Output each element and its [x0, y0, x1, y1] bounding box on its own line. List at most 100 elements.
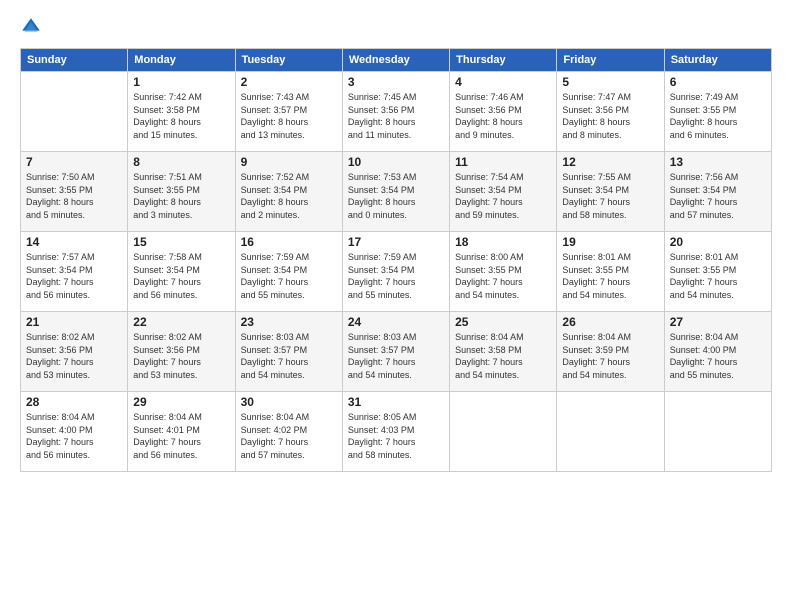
- weekday-header: Monday: [128, 49, 235, 72]
- weekday-header: Saturday: [664, 49, 771, 72]
- day-info: Sunrise: 7:46 AM Sunset: 3:56 PM Dayligh…: [455, 91, 551, 141]
- calendar-cell: 15 Sunrise: 7:58 AM Sunset: 3:54 PM Dayli…: [128, 232, 235, 312]
- day-number: 22: [133, 315, 229, 329]
- day-info: Sunrise: 8:03 AM Sunset: 3:57 PM Dayligh…: [241, 331, 337, 381]
- day-number: 6: [670, 75, 766, 89]
- calendar-cell: 10 Sunrise: 7:53 AM Sunset: 3:54 PM Dayli…: [342, 152, 449, 232]
- calendar-cell: 29Sunrise: 8:04 AM Sunset: 4:01 PM Dayli…: [128, 392, 235, 472]
- day-info: Sunrise: 7:53 AM Sunset: 3:54 PM Dayligh…: [348, 171, 444, 221]
- day-info: Sunrise: 7:42 AM Sunset: 3:58 PM Dayligh…: [133, 91, 229, 141]
- day-number: 12: [562, 155, 658, 169]
- day-number: 3: [348, 75, 444, 89]
- day-info: Sunrise: 7:57 AM Sunset: 3:54 PM Dayligh…: [26, 251, 122, 301]
- day-info: Sunrise: 8:05 AM Sunset: 4:03 PM Dayligh…: [348, 411, 444, 461]
- logo: [20, 16, 44, 38]
- day-info: Sunrise: 7:47 AM Sunset: 3:56 PM Dayligh…: [562, 91, 658, 141]
- calendar-cell: 22 Sunrise: 8:02 AM Sunset: 3:56 PM Dayli…: [128, 312, 235, 392]
- weekday-header: Thursday: [450, 49, 557, 72]
- day-number: 18: [455, 235, 551, 249]
- day-number: 17: [348, 235, 444, 249]
- day-info: Sunrise: 7:59 AM Sunset: 3:54 PM Dayligh…: [241, 251, 337, 301]
- calendar-cell: 21 Sunrise: 8:02 AM Sunset: 3:56 PM Dayli…: [21, 312, 128, 392]
- day-info: Sunrise: 7:58 AM Sunset: 3:54 PM Dayligh…: [133, 251, 229, 301]
- calendar-cell: 13Sunrise: 7:56 AM Sunset: 3:54 PM Dayli…: [664, 152, 771, 232]
- weekday-header: Friday: [557, 49, 664, 72]
- day-number: 20: [670, 235, 766, 249]
- day-number: 30: [241, 395, 337, 409]
- day-number: 19: [562, 235, 658, 249]
- calendar-cell: 24Sunrise: 8:03 AM Sunset: 3:57 PM Dayli…: [342, 312, 449, 392]
- day-info: Sunrise: 8:02 AM Sunset: 3:56 PM Dayligh…: [133, 331, 229, 381]
- day-number: 10: [348, 155, 444, 169]
- day-number: 11: [455, 155, 551, 169]
- day-number: 8: [133, 155, 229, 169]
- calendar-week-row: 1 Sunrise: 7:42 AM Sunset: 3:58 PM Daylig…: [21, 72, 772, 152]
- day-number: 28: [26, 395, 122, 409]
- day-info: Sunrise: 7:52 AM Sunset: 3:54 PM Dayligh…: [241, 171, 337, 221]
- calendar-week-row: 21 Sunrise: 8:02 AM Sunset: 3:56 PM Dayli…: [21, 312, 772, 392]
- weekday-header: Sunday: [21, 49, 128, 72]
- calendar-cell: 11 Sunrise: 7:54 AM Sunset: 3:54 PM Dayli…: [450, 152, 557, 232]
- day-info: Sunrise: 8:02 AM Sunset: 3:56 PM Dayligh…: [26, 331, 122, 381]
- day-info: Sunrise: 8:04 AM Sunset: 4:00 PM Dayligh…: [26, 411, 122, 461]
- weekday-header: Tuesday: [235, 49, 342, 72]
- day-info: Sunrise: 8:00 AM Sunset: 3:55 PM Dayligh…: [455, 251, 551, 301]
- calendar-cell: 4 Sunrise: 7:46 AM Sunset: 3:56 PM Daylig…: [450, 72, 557, 152]
- day-info: Sunrise: 8:04 AM Sunset: 4:02 PM Dayligh…: [241, 411, 337, 461]
- calendar-cell: 27 Sunrise: 8:04 AM Sunset: 4:00 PM Dayli…: [664, 312, 771, 392]
- day-info: Sunrise: 8:01 AM Sunset: 3:55 PM Dayligh…: [670, 251, 766, 301]
- calendar-cell: 16 Sunrise: 7:59 AM Sunset: 3:54 PM Dayli…: [235, 232, 342, 312]
- calendar-cell: [557, 392, 664, 472]
- day-info: Sunrise: 8:04 AM Sunset: 3:59 PM Dayligh…: [562, 331, 658, 381]
- day-number: 31: [348, 395, 444, 409]
- calendar-cell: 28 Sunrise: 8:04 AM Sunset: 4:00 PM Dayli…: [21, 392, 128, 472]
- day-number: 21: [26, 315, 122, 329]
- day-number: 4: [455, 75, 551, 89]
- header: [20, 16, 772, 38]
- day-number: 13: [670, 155, 766, 169]
- day-info: Sunrise: 8:04 AM Sunset: 3:58 PM Dayligh…: [455, 331, 551, 381]
- calendar-cell: [21, 72, 128, 152]
- day-number: 24: [348, 315, 444, 329]
- calendar-cell: 9Sunrise: 7:52 AM Sunset: 3:54 PM Daylig…: [235, 152, 342, 232]
- calendar-cell: 2Sunrise: 7:43 AM Sunset: 3:57 PM Daylig…: [235, 72, 342, 152]
- day-info: Sunrise: 7:43 AM Sunset: 3:57 PM Dayligh…: [241, 91, 337, 141]
- day-info: Sunrise: 7:55 AM Sunset: 3:54 PM Dayligh…: [562, 171, 658, 221]
- day-info: Sunrise: 7:50 AM Sunset: 3:55 PM Dayligh…: [26, 171, 122, 221]
- calendar-cell: 18 Sunrise: 8:00 AM Sunset: 3:55 PM Dayli…: [450, 232, 557, 312]
- day-number: 23: [241, 315, 337, 329]
- day-number: 16: [241, 235, 337, 249]
- day-info: Sunrise: 8:04 AM Sunset: 4:00 PM Dayligh…: [670, 331, 766, 381]
- day-number: 1: [133, 75, 229, 89]
- day-info: Sunrise: 7:51 AM Sunset: 3:55 PM Dayligh…: [133, 171, 229, 221]
- calendar-cell: 6Sunrise: 7:49 AM Sunset: 3:55 PM Daylig…: [664, 72, 771, 152]
- day-number: 29: [133, 395, 229, 409]
- calendar-cell: 20 Sunrise: 8:01 AM Sunset: 3:55 PM Dayli…: [664, 232, 771, 312]
- page: SundayMondayTuesdayWednesdayThursdayFrid…: [0, 0, 792, 612]
- day-number: 25: [455, 315, 551, 329]
- day-number: 26: [562, 315, 658, 329]
- day-number: 27: [670, 315, 766, 329]
- calendar-cell: 14 Sunrise: 7:57 AM Sunset: 3:54 PM Dayli…: [21, 232, 128, 312]
- day-info: Sunrise: 7:45 AM Sunset: 3:56 PM Dayligh…: [348, 91, 444, 141]
- day-number: 15: [133, 235, 229, 249]
- calendar-cell: 25 Sunrise: 8:04 AM Sunset: 3:58 PM Dayli…: [450, 312, 557, 392]
- day-info: Sunrise: 8:01 AM Sunset: 3:55 PM Dayligh…: [562, 251, 658, 301]
- calendar-cell: 31 Sunrise: 8:05 AM Sunset: 4:03 PM Dayli…: [342, 392, 449, 472]
- day-number: 7: [26, 155, 122, 169]
- day-number: 5: [562, 75, 658, 89]
- calendar-week-row: 28 Sunrise: 8:04 AM Sunset: 4:00 PM Dayli…: [21, 392, 772, 472]
- weekday-header-row: SundayMondayTuesdayWednesdayThursdayFrid…: [21, 49, 772, 72]
- calendar-table: SundayMondayTuesdayWednesdayThursdayFrid…: [20, 48, 772, 472]
- calendar-cell: 3 Sunrise: 7:45 AM Sunset: 3:56 PM Daylig…: [342, 72, 449, 152]
- day-info: Sunrise: 7:59 AM Sunset: 3:54 PM Dayligh…: [348, 251, 444, 301]
- calendar-week-row: 14 Sunrise: 7:57 AM Sunset: 3:54 PM Dayli…: [21, 232, 772, 312]
- day-info: Sunrise: 7:54 AM Sunset: 3:54 PM Dayligh…: [455, 171, 551, 221]
- day-number: 14: [26, 235, 122, 249]
- calendar-cell: 5 Sunrise: 7:47 AM Sunset: 3:56 PM Daylig…: [557, 72, 664, 152]
- calendar-cell: 26 Sunrise: 8:04 AM Sunset: 3:59 PM Dayli…: [557, 312, 664, 392]
- calendar-cell: 8 Sunrise: 7:51 AM Sunset: 3:55 PM Daylig…: [128, 152, 235, 232]
- calendar-week-row: 7 Sunrise: 7:50 AM Sunset: 3:55 PM Daylig…: [21, 152, 772, 232]
- calendar-cell: 1 Sunrise: 7:42 AM Sunset: 3:58 PM Daylig…: [128, 72, 235, 152]
- calendar-cell: 12 Sunrise: 7:55 AM Sunset: 3:54 PM Dayli…: [557, 152, 664, 232]
